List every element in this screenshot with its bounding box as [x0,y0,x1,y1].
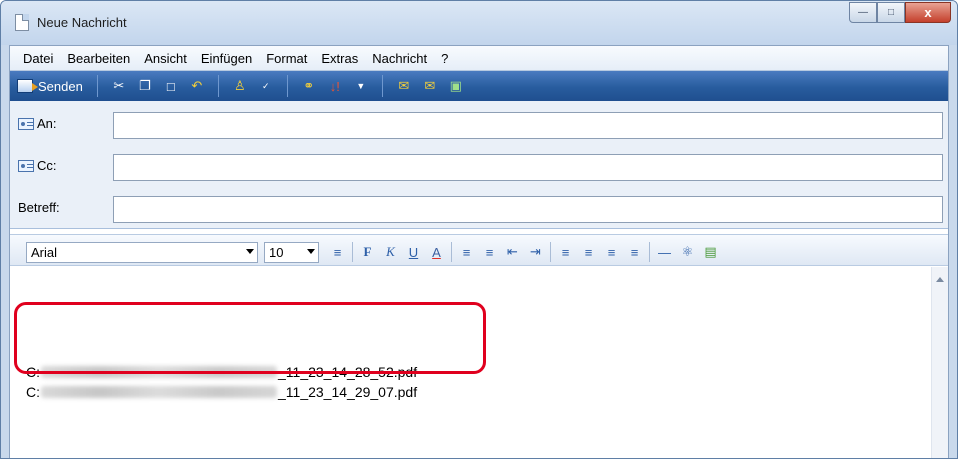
italic-button[interactable]: K [380,241,401,263]
redacted-path [41,386,277,398]
subject-label: Betreff: [18,200,60,215]
mail-window: Neue Nachricht — □ x Datei Bearbeiten An… [0,0,958,459]
highlight-annotation [14,302,486,374]
to-field[interactable] [113,112,943,139]
font-color-button[interactable]: A [426,241,447,263]
title-bar[interactable]: Neue Nachricht — □ x [1,1,957,45]
menu-bearbeiten[interactable]: Bearbeiten [60,51,137,66]
cc-field[interactable] [113,154,943,181]
attachment-2-prefix: C: [26,384,40,400]
chevron-down-icon [307,249,315,254]
subject-field[interactable] [113,196,943,223]
align-left-icon[interactable]: ≡ [555,241,576,263]
minimize-button[interactable]: — [849,2,877,23]
window-title: Neue Nachricht [37,15,127,30]
offline-icon[interactable]: ▣ [445,75,467,97]
align-center-icon[interactable]: ≡ [578,241,599,263]
align-right-icon[interactable]: ≡ [601,241,622,263]
chevron-down-icon [246,249,254,254]
increase-indent-icon[interactable]: ⇥ [525,241,546,263]
menu-extras[interactable]: Extras [314,51,365,66]
decrease-indent-icon[interactable]: ⇤ [502,241,523,263]
menu-ansicht[interactable]: Ansicht [137,51,194,66]
close-button[interactable]: x [905,2,951,23]
toolbar-separator [217,75,219,97]
attachment-line-2: C: _11_23_14_29_07.pdf [26,384,417,400]
menu-help[interactable]: ? [434,51,455,66]
vertical-scrollbar[interactable] [931,267,948,458]
cc-label-group[interactable]: Cc: [18,158,57,173]
attachment-2-suffix: _11_23_14_29_07.pdf [278,384,418,400]
cc-label: Cc: [37,158,57,173]
main-toolbar: Senden ✂ ❐ □ ↶ ♙ ✓ ⚭ ↓! ▼ ✉ ✉ ▣ [10,71,948,101]
scroll-up-icon[interactable] [936,277,944,282]
menu-datei[interactable]: Datei [16,51,60,66]
menu-einfuegen[interactable]: Einfügen [194,51,259,66]
paragraph-style-icon[interactable]: ≡ [327,241,348,263]
format-toolbar: Arial 10 ≡ F K U A ≡ ≡ ⇤ ⇥ ≡ ≡ ≡ ≡ — ⚛ ▤ [10,234,948,266]
cc-row: Cc: [10,151,948,181]
encrypt-icon[interactable]: ✉ [419,75,441,97]
send-button[interactable]: Senden [13,74,89,98]
bullet-list-icon[interactable]: ≡ [479,241,500,263]
subject-label-group: Betreff: [18,200,60,215]
maximize-button[interactable]: □ [877,2,905,23]
horizontal-line-icon[interactable]: — [654,241,675,263]
to-label: An: [37,116,57,131]
attach-icon[interactable]: ⚭ [298,75,320,97]
spelling-icon[interactable]: ✓ [255,75,277,97]
cut-icon[interactable]: ✂ [108,75,130,97]
contact-card-icon [18,159,34,172]
address-book-icon[interactable]: ♙ [229,75,251,97]
menu-format[interactable]: Format [259,51,314,66]
bold-button[interactable]: F [357,241,378,263]
insert-picture-icon[interactable]: ▤ [700,241,721,263]
underline-button[interactable]: U [403,241,424,263]
font-size-value: 10 [269,245,284,260]
send-icon [17,79,38,93]
font-select[interactable]: Arial [26,242,258,263]
sign-icon[interactable]: ✉ [393,75,415,97]
to-label-group[interactable]: An: [18,116,57,131]
menu-bar: Datei Bearbeiten Ansicht Einfügen Format… [10,46,948,71]
chevron-down-icon[interactable]: ▼ [350,75,372,97]
message-header: An: Cc: Betreff: [10,101,948,229]
contact-card-icon [18,117,34,130]
window-controls: — □ x [849,2,951,24]
toolbar-separator [96,75,98,97]
font-value: Arial [31,245,58,260]
justify-icon[interactable]: ≡ [624,241,645,263]
priority-icon[interactable]: ↓! [324,75,346,97]
hyperlink-icon[interactable]: ⚛ [677,241,698,263]
format-tools: ≡ F K U A ≡ ≡ ⇤ ⇥ ≡ ≡ ≡ ≡ — ⚛ ▤ [326,240,722,264]
toolbar-separator [286,75,288,97]
format-separator [649,242,650,262]
paste-icon[interactable]: □ [160,75,182,97]
subject-row: Betreff: [10,193,948,223]
send-label: Senden [38,78,83,94]
to-row: An: [10,109,948,139]
toolbar-separator [381,75,383,97]
menu-nachricht[interactable]: Nachricht [365,51,434,66]
copy-icon[interactable]: ❐ [134,75,156,97]
client-area: Datei Bearbeiten Ansicht Einfügen Format… [9,45,949,458]
format-separator [352,242,353,262]
format-separator [451,242,452,262]
font-size-select[interactable]: 10 [264,242,319,263]
undo-icon[interactable]: ↶ [186,75,208,97]
format-separator [550,242,551,262]
new-message-icon [15,14,29,31]
numbered-list-icon[interactable]: ≡ [456,241,477,263]
